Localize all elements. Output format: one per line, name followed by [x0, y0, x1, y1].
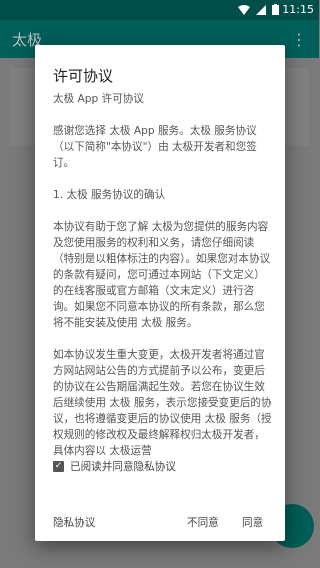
- agreement-paragraph: 如本协议发生重大变更，太极开发者将通过官方网站网站公告的方式提前予以公布，变更后…: [53, 349, 272, 457]
- battery-icon: [272, 4, 279, 15]
- consent-checkbox[interactable]: ✓: [53, 461, 64, 472]
- overflow-menu-icon[interactable]: ⋮: [291, 30, 307, 49]
- consent-label: 已阅读并同意隐私协议: [70, 461, 176, 473]
- status-time: 11:15: [282, 3, 314, 16]
- agreement-paragraph: 本协议有助于您了解 太极为您提供的服务内容及您使用服务的权利和义务，请您仔细阅读…: [53, 221, 271, 329]
- agreement-paragraph: 感谢您选择 太极 App 服务。太极 服务协议（以下简称"本协议"）由 太极开发…: [53, 125, 257, 169]
- license-dialog: 许可协议 太极 App 许可协议 感谢您选择 太极 App 服务。太极 服务协议…: [35, 45, 285, 541]
- agreement-heading: 太极 App 许可协议: [53, 93, 144, 105]
- disagree-button[interactable]: 不同意: [187, 515, 219, 530]
- privacy-policy-button[interactable]: 隐私协议: [53, 515, 95, 530]
- dialog-title: 许可协议: [53, 67, 114, 85]
- agree-button[interactable]: 同意: [242, 515, 263, 530]
- status-bar: 11:15: [0, 0, 319, 20]
- signal-icon: [256, 4, 266, 15]
- dialog-body[interactable]: 太极 App 许可协议 感谢您选择 太极 App 服务。太极 服务协议（以下简称…: [53, 91, 273, 469]
- section-heading: 1. 太极 服务协议的确认: [53, 189, 166, 201]
- privacy-consent-row[interactable]: ✓ 已阅读并同意隐私协议: [53, 459, 176, 474]
- wifi-icon: [238, 4, 250, 15]
